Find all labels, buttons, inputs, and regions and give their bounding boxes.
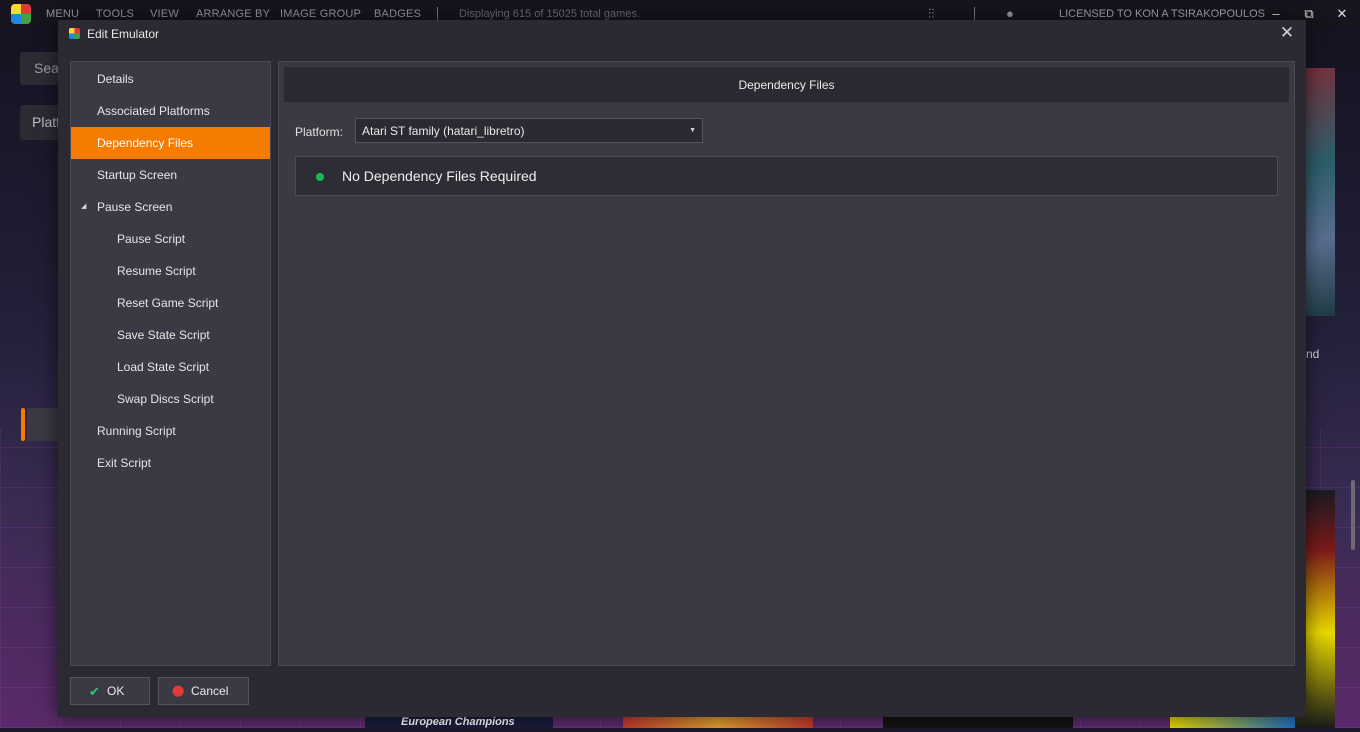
checkmark-icon: ✔ <box>89 684 100 699</box>
nav-item-resume-script[interactable]: Resume Script <box>71 255 270 287</box>
nav-item-swap-discs-script[interactable]: Swap Discs Script <box>71 383 270 415</box>
scrollbar-thumb[interactable] <box>1351 480 1355 550</box>
menu-item-arrange-by[interactable]: ARRANGE BY <box>196 8 270 20</box>
nav-item-save-state-script[interactable]: Save State Script <box>71 319 270 351</box>
nav-item-running-script[interactable]: Running Script <box>71 415 270 447</box>
selected-list-accent <box>21 408 25 441</box>
dependency-status-text: No Dependency Files Required <box>342 168 537 184</box>
toolbar-divider <box>974 7 975 20</box>
dependency-status-box: No Dependency Files Required <box>295 156 1278 196</box>
menu-item-image-group[interactable]: IMAGE GROUP <box>280 8 361 20</box>
menu-item-menu[interactable]: MENU <box>46 8 79 20</box>
cancel-icon: ⬤ <box>172 685 185 697</box>
window-close-button[interactable]: ✕ <box>1332 5 1352 23</box>
dialog-title: Edit Emulator <box>87 27 160 41</box>
status-ok-icon <box>316 173 324 181</box>
game-count-status: Displaying 615 of 15025 total games. <box>459 8 641 20</box>
platform-label: Platform: <box>295 125 344 139</box>
dialog-title-bar: Edit Emulator ✕ <box>58 20 1306 48</box>
nav-item-label: Exit Script <box>97 456 152 470</box>
cancel-button[interactable]: ⬤ Cancel <box>158 677 249 705</box>
menu-item-view[interactable]: VIEW <box>150 8 179 20</box>
nav-item-label: Associated Platforms <box>97 104 210 118</box>
nav-item-label: Load State Script <box>117 360 210 374</box>
expand-caret-icon[interactable]: ◢ <box>81 191 86 223</box>
nav-item-dependency-files[interactable]: Dependency Files <box>71 127 270 159</box>
dependency-files-panel: Dependency Files Platform: Atari ST fami… <box>278 61 1295 666</box>
nav-item-reset-game-script[interactable]: Reset Game Script <box>71 287 270 319</box>
dropdown-arrow-icon: ▼ <box>689 127 696 134</box>
nav-item-label: Pause Screen <box>97 200 173 214</box>
game-title-partial: nd <box>1306 347 1320 361</box>
nav-item-label: Startup Screen <box>97 168 178 182</box>
nav-item-label: Swap Discs Script <box>117 392 214 406</box>
nav-item-pause-screen[interactable]: ◢ Pause Screen <box>71 191 270 223</box>
menu-item-tools[interactable]: TOOLS <box>96 8 134 20</box>
nav-item-label: Reset Game Script <box>117 296 219 310</box>
nav-item-load-state-script[interactable]: Load State Script <box>71 351 270 383</box>
nav-item-startup-screen[interactable]: Startup Screen <box>71 159 270 191</box>
nav-item-label: Pause Script <box>117 232 186 246</box>
panel-header: Dependency Files <box>284 67 1289 102</box>
menu-divider <box>437 7 438 20</box>
nav-item-associated-platforms[interactable]: Associated Platforms <box>71 95 270 127</box>
ok-button-label: OK <box>107 684 125 698</box>
platform-dropdown-value: Atari ST family (hatari_libretro) <box>362 124 525 138</box>
nav-item-label: Dependency Files <box>97 136 194 150</box>
app-logo-icon[interactable] <box>11 4 31 24</box>
nav-item-details[interactable]: Details <box>71 63 270 95</box>
ok-button[interactable]: ✔ OK <box>70 677 150 705</box>
settings-nav: Details Associated Platforms Dependency … <box>70 61 271 666</box>
nav-item-label: Details <box>97 72 134 86</box>
nav-item-label: Running Script <box>97 424 176 438</box>
nav-item-label: Save State Script <box>117 328 210 342</box>
nav-item-label: Resume Script <box>117 264 196 278</box>
cancel-button-label: Cancel <box>191 684 229 698</box>
notification-bell-icon[interactable]: ● <box>1006 6 1014 21</box>
dialog-close-button[interactable]: ✕ <box>1277 23 1297 43</box>
nav-item-exit-script[interactable]: Exit Script <box>71 447 270 479</box>
license-text: LICENSED TO KON A TSIRAKOPOULOS <box>1059 8 1266 20</box>
edit-emulator-dialog: Edit Emulator ✕ Details Associated Platf… <box>58 20 1306 717</box>
platform-dropdown[interactable]: Atari ST family (hatari_libretro) ▼ <box>355 118 703 143</box>
menu-item-badges[interactable]: BADGES <box>374 8 421 20</box>
launchbox-logo-icon <box>69 28 80 39</box>
nav-item-pause-script[interactable]: Pause Script <box>71 223 270 255</box>
